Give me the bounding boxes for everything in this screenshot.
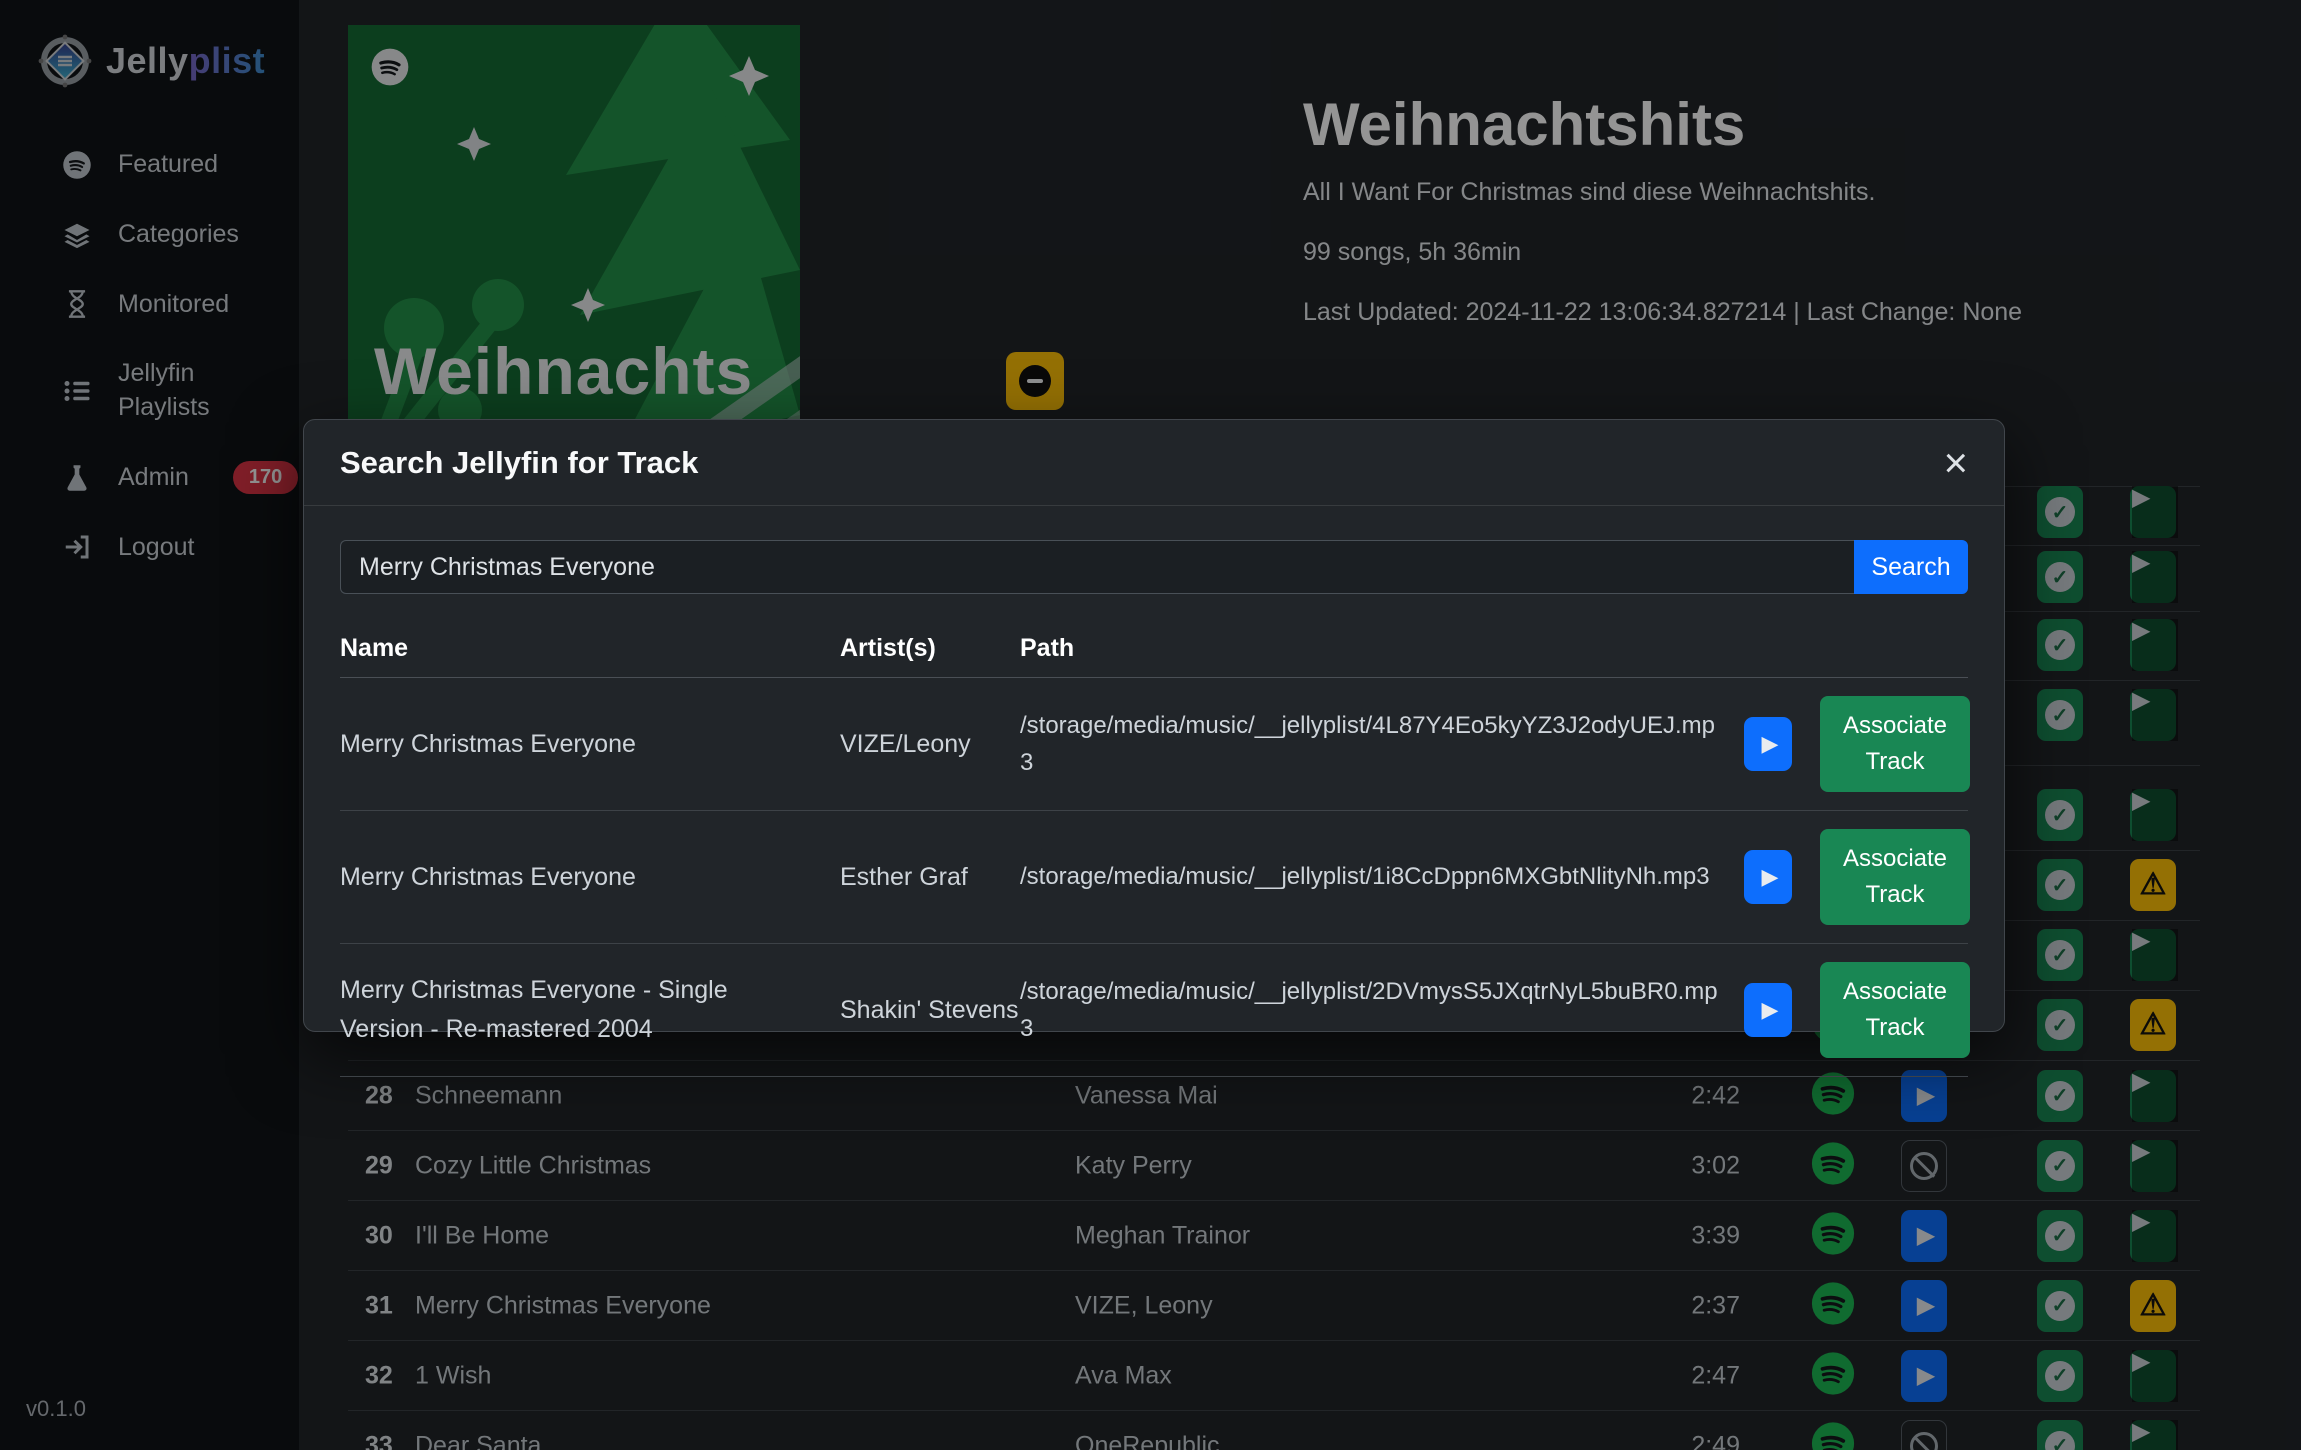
result-path: /storage/media/music/__jellyplist/2DVmys…	[1020, 973, 1744, 1047]
result-path: /storage/media/music/__jellyplist/4L87Y4…	[1020, 707, 1744, 781]
result-row: Merry Christmas Everyone - Single Versio…	[340, 944, 1968, 1077]
result-artist: Shakin' Stevens	[840, 991, 1020, 1030]
result-row: Merry Christmas Everyone VIZE/Leony /sto…	[340, 678, 1968, 811]
search-input[interactable]	[340, 540, 1854, 594]
search-button[interactable]: Search	[1854, 540, 1968, 594]
modal-header: Search Jellyfin for Track ×	[304, 420, 2004, 506]
column-header-path: Path	[1020, 634, 1744, 663]
result-artist: Esther Graf	[840, 858, 1020, 897]
column-header-artist: Artist(s)	[840, 634, 1020, 663]
associate-track-button[interactable]: Associate Track	[1820, 696, 1970, 792]
column-header-name: Name	[340, 634, 840, 663]
preview-play-button[interactable]: ▶	[1744, 983, 1792, 1037]
search-jellyfin-modal: Search Jellyfin for Track × Search Name …	[303, 419, 2005, 1032]
result-name: Merry Christmas Everyone	[340, 858, 840, 897]
associate-track-button[interactable]: Associate Track	[1820, 962, 1970, 1058]
result-path: /storage/media/music/__jellyplist/1i8CcD…	[1020, 858, 1744, 895]
result-name: Merry Christmas Everyone - Single Versio…	[340, 971, 840, 1049]
results-header-row: Name Artist(s) Path	[340, 620, 1968, 678]
result-name: Merry Christmas Everyone	[340, 725, 840, 764]
close-icon[interactable]: ×	[1943, 442, 1968, 484]
modal-title: Search Jellyfin for Track	[340, 445, 698, 481]
result-row: Merry Christmas Everyone Esther Graf /st…	[340, 811, 1968, 944]
associate-track-button[interactable]: Associate Track	[1820, 829, 1970, 925]
app-screen: Jellyplist Featured Categories	[0, 0, 2301, 1450]
search-results-table: Name Artist(s) Path Merry Christmas Ever…	[340, 620, 1968, 1077]
search-group: Search	[340, 540, 1968, 594]
preview-play-button[interactable]: ▶	[1744, 717, 1792, 771]
result-artist: VIZE/Leony	[840, 725, 1020, 764]
modal-body: Search Name Artist(s) Path Merry Christm…	[304, 506, 2004, 1077]
preview-play-button[interactable]: ▶	[1744, 850, 1792, 904]
